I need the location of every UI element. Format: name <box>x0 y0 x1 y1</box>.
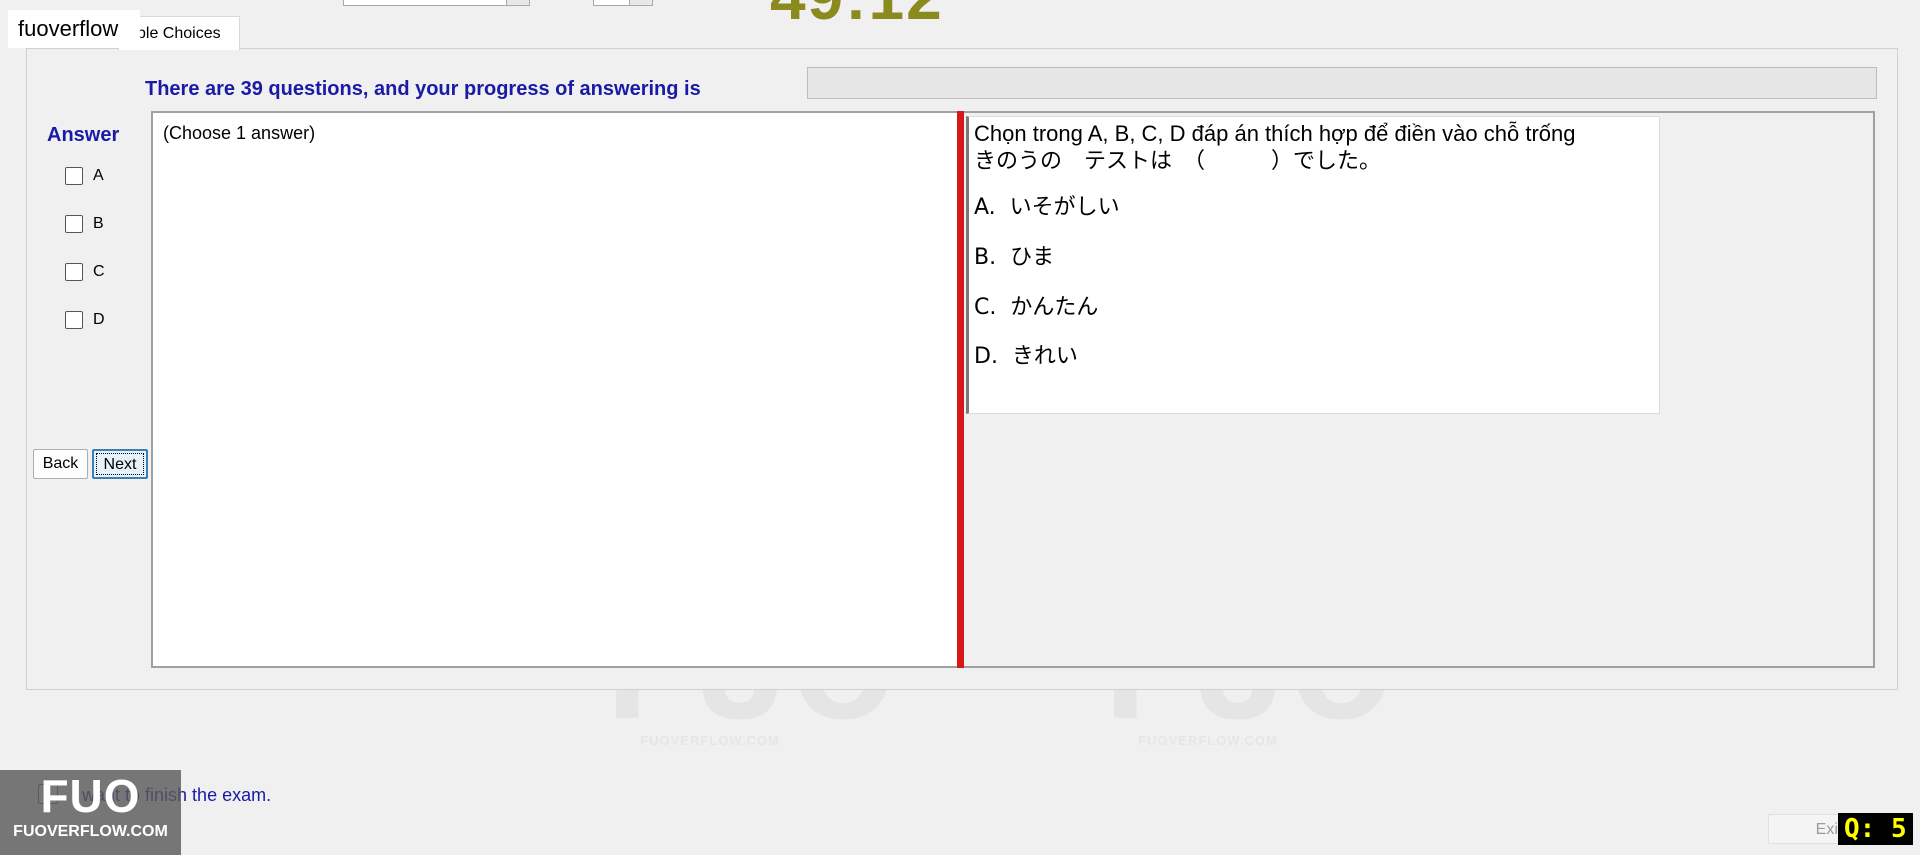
option-label: C <box>93 263 105 280</box>
option-label: A <box>93 167 104 184</box>
back-button[interactable]: Back <box>33 449 88 479</box>
question-counter: Q: 5 <box>1838 813 1913 845</box>
answer-option-b[interactable]: B <box>65 213 104 235</box>
answer-option-a[interactable]: A <box>65 165 104 187</box>
answer-panel: (Choose 1 answer) <box>151 111 958 668</box>
exam-timer: 49:12 <box>770 0 944 34</box>
answer-option-c[interactable]: C <box>65 261 105 283</box>
option-label: B <box>93 215 104 232</box>
question-option-c: C. かんたん <box>974 295 1099 320</box>
answer-title: Answer <box>47 124 120 146</box>
watermark-site: FUOVERFLOW.COM <box>1103 733 1313 748</box>
fuo-logo: FUO FUOVERFLOW.COM <box>0 770 181 855</box>
watermark-site: FUOVERFLOW.COM <box>605 733 815 748</box>
checkbox[interactable] <box>65 311 83 329</box>
question-option-a: A. いそがしい <box>974 195 1120 220</box>
top-spinner[interactable] <box>593 0 653 6</box>
brand-label: fuoverflow <box>8 10 140 48</box>
dropdown-button[interactable] <box>506 0 529 5</box>
progress-label: There are 39 questions, and your progres… <box>145 78 701 100</box>
logo-site: FUOVERFLOW.COM <box>13 823 168 840</box>
answer-hint: (Choose 1 answer) <box>163 123 316 143</box>
splitter[interactable] <box>957 111 964 668</box>
spinner-button[interactable] <box>629 0 652 5</box>
question-box: Chọn trong A, B, C, D đáp án thích hợp đ… <box>966 116 1660 414</box>
top-combo-box[interactable] <box>343 0 530 6</box>
logo-text: FUO <box>40 770 141 822</box>
next-button[interactable]: Next <box>92 449 148 479</box>
checkbox[interactable] <box>65 167 83 185</box>
option-label: D <box>93 311 105 328</box>
question-option-d: D. きれい <box>974 344 1078 369</box>
question-option-b: B. ひま <box>974 245 1055 270</box>
question-stem: きのうの テストは （ ）でした。 <box>974 149 1382 174</box>
checkbox[interactable] <box>65 263 83 281</box>
answer-option-d[interactable]: D <box>65 309 105 331</box>
progress-bar <box>807 67 1877 99</box>
checkbox[interactable] <box>65 215 83 233</box>
